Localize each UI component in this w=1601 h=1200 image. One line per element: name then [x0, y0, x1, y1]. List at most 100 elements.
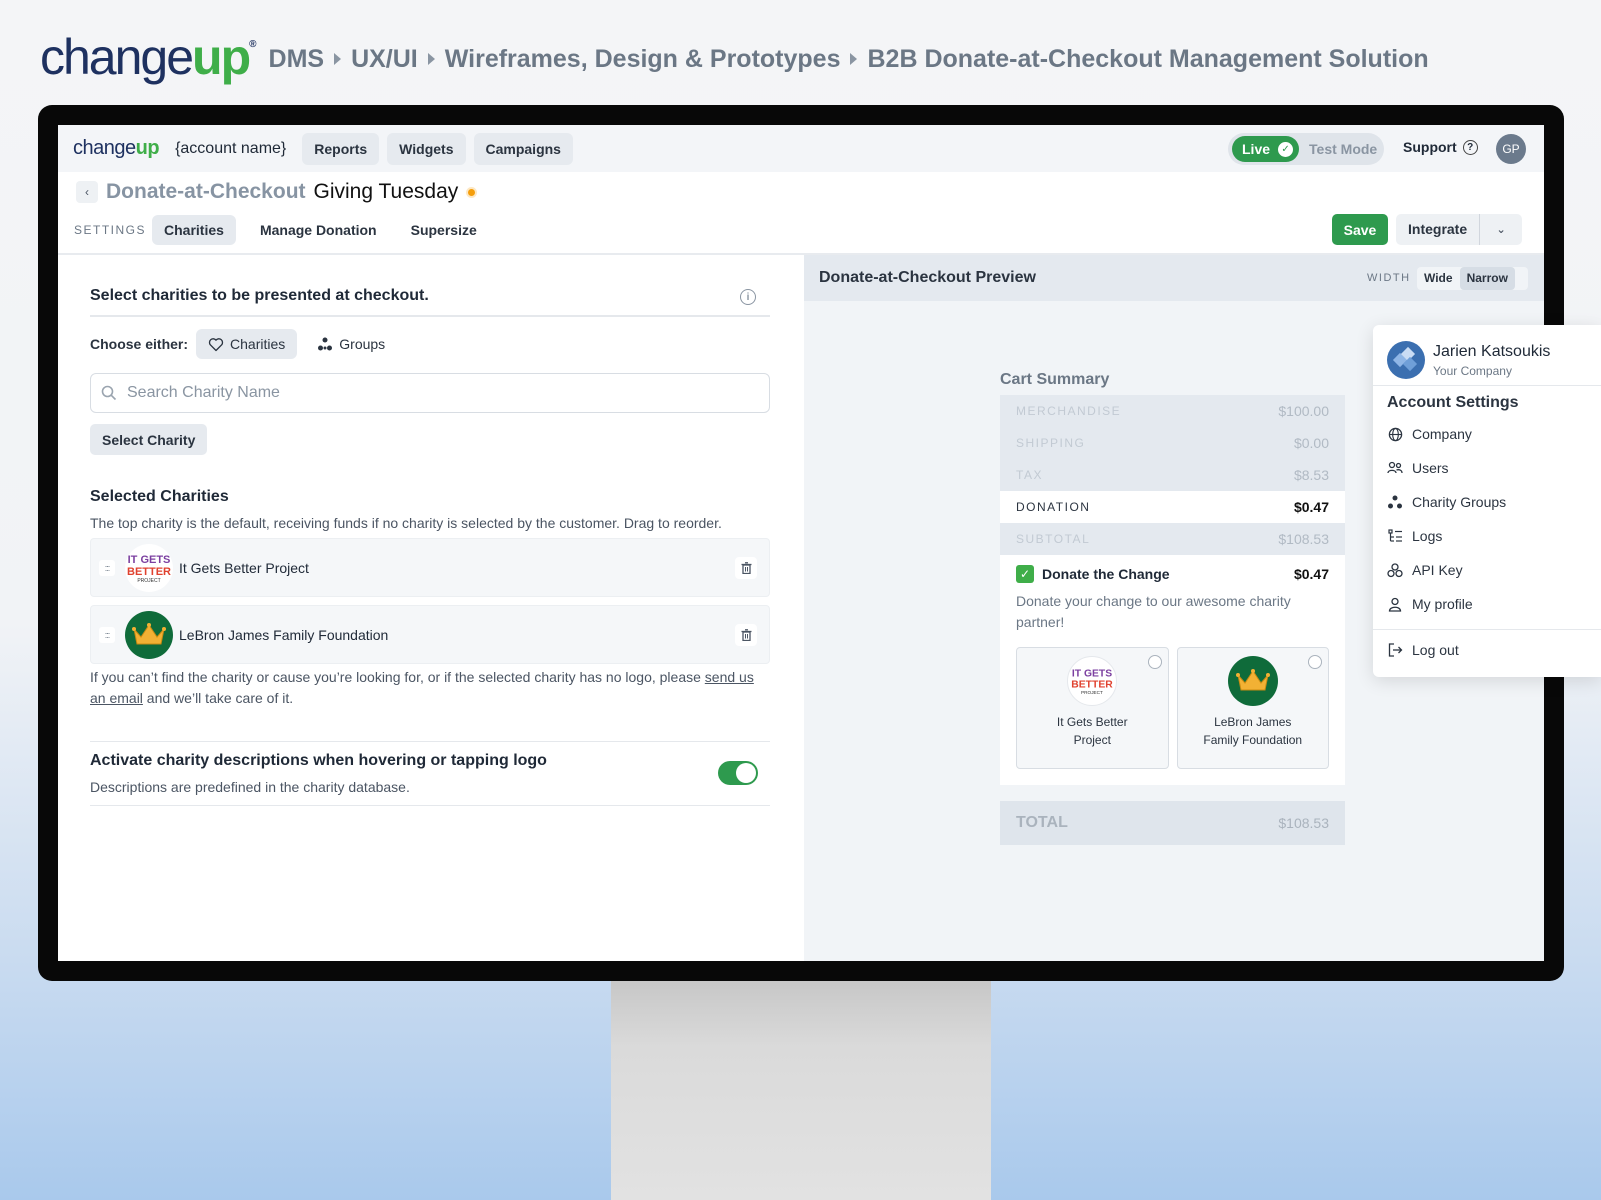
width-toggle[interactable]: Wide Narrow [1417, 267, 1528, 290]
page-title: Donate-at-Checkout [106, 180, 306, 203]
user-avatar-art [1392, 346, 1418, 372]
charity-card[interactable]: IT GETS BETTER PROJECT It Gets Better Pr… [1016, 647, 1169, 769]
preview-title: Donate-at-Checkout Preview [819, 269, 1036, 286]
support-link[interactable]: Support ? [1403, 139, 1478, 155]
svg-text:BETTER: BETTER [1072, 680, 1114, 691]
donate-checkbox[interactable]: ✓ [1016, 565, 1034, 583]
search-input[interactable] [127, 384, 769, 402]
toggle-knob [736, 763, 756, 783]
cart-summary: MERCHANDISE $100.00 SHIPPING $0.00 TAX $… [1000, 395, 1345, 845]
charity-card[interactable]: LeBron James Family Foundation [1176, 647, 1329, 769]
info-icon[interactable]: i [740, 289, 756, 305]
campaign-name: Giving Tuesday [313, 180, 459, 203]
app-screen: change up {account name} Reports Widgets … [58, 125, 1544, 961]
width-label: WIDTH [1367, 272, 1411, 284]
cart-summary-title: Cart Summary [1000, 371, 1110, 388]
chevron-right-icon [850, 53, 858, 65]
menu-item-company[interactable]: Company [1387, 417, 1506, 451]
cart-row-label: SUBTOTAL [1016, 532, 1091, 546]
width-narrow-option[interactable]: Narrow [1459, 267, 1515, 290]
menu-item-label: My profile [1412, 596, 1473, 612]
status-dot-icon [466, 186, 478, 198]
it-gets-better-logo-art: IT GETS BETTER PROJECT [127, 554, 171, 584]
donate-header: ✓ Donate the Change $0.47 [1016, 565, 1329, 583]
charity-card-name: It Gets Better Project [1056, 715, 1128, 747]
radio-button[interactable] [1147, 655, 1162, 669]
drag-handle-icon[interactable]: ::: [99, 559, 115, 576]
tab-supersize[interactable]: Supersize [399, 215, 489, 245]
trash-icon[interactable] [735, 557, 757, 579]
donate-widget: ✓ Donate the Change $0.47 Donate your ch… [1000, 555, 1345, 785]
activate-descriptions-toggle[interactable] [718, 761, 758, 785]
note-text-after: and we’ll take care of it. [142, 690, 294, 706]
user-company: Your Company [1433, 363, 1512, 378]
donate-option[interactable]: ✓ Donate the Change [1016, 565, 1170, 583]
drag-handle-icon[interactable]: ::: [99, 626, 115, 643]
logout-button[interactable]: Log out [1387, 633, 1459, 667]
mode-toggle[interactable]: Live ✓ Test Mode [1228, 133, 1384, 165]
top-nav: change up {account name} Reports Widgets … [58, 125, 1544, 172]
integrate-button[interactable]: Integrate ⌄ [1396, 214, 1522, 245]
app-logo-up: up [135, 137, 160, 159]
section-heading: Select charities to be presented at chec… [90, 287, 429, 304]
mode-test-option[interactable]: Test Mode [1309, 141, 1377, 157]
nav-reports-button[interactable]: Reports [302, 132, 380, 165]
check-icon: ✓ [1278, 141, 1294, 157]
chevron-right-icon [427, 53, 435, 65]
cart-total-row: TOTAL $108.53 [1000, 801, 1345, 845]
menu-item-label: Charity Groups [1412, 494, 1507, 510]
menu-item-api-key[interactable]: API Key [1387, 553, 1506, 587]
tab-charities[interactable]: Charities [152, 215, 236, 245]
donate-label: Donate the Change [1042, 566, 1170, 582]
cart-row-value: $8.53 [1293, 467, 1329, 483]
save-button[interactable]: Save [1332, 214, 1388, 245]
choice-charities[interactable]: Charities [196, 329, 298, 359]
cart-row-shipping: SHIPPING $0.00 [1000, 427, 1345, 459]
charities-settings-panel: Select charities to be presented at chec… [58, 255, 804, 961]
selected-charities-title: Selected Charities [90, 488, 229, 505]
width-wide-option[interactable]: Wide [1417, 267, 1460, 290]
chevron-down-icon[interactable]: ⌄ [1480, 223, 1522, 236]
user-avatar [1387, 341, 1425, 379]
logout-icon [1387, 642, 1403, 658]
menu-item-my-profile[interactable]: My profile [1387, 587, 1506, 621]
trash-icon[interactable] [735, 624, 757, 646]
back-button[interactable]: ‹ [76, 181, 98, 203]
charity-name: It Gets Better Project [179, 559, 309, 576]
breadcrumb-item-dms[interactable]: DMS [269, 45, 325, 74]
cart-row-donation: DONATION $0.47 [1000, 491, 1345, 523]
divider [1373, 629, 1601, 630]
menu-item-users[interactable]: Users [1387, 451, 1506, 485]
mode-live-option[interactable]: Live ✓ [1232, 136, 1300, 162]
account-settings-menu: Company Users Charity Groups Logs API Ke… [1387, 417, 1506, 621]
menu-item-logs[interactable]: Logs [1387, 519, 1506, 553]
select-charity-button[interactable]: Select Charity [90, 424, 208, 455]
cart-row-value: $0.47 [1293, 499, 1329, 515]
avatar[interactable]: GP [1496, 134, 1526, 164]
logout-label: Log out [1412, 642, 1459, 658]
menu-item-label: Logs [1412, 528, 1443, 544]
nav-widgets-button[interactable]: Widgets [387, 132, 466, 165]
dropdown-user: Jarien Katsoukis Your Company [1387, 341, 1550, 379]
divider [90, 741, 770, 742]
activate-descriptions-title: Activate charity descriptions when hover… [90, 752, 547, 769]
integrate-label[interactable]: Integrate [1396, 214, 1481, 245]
breadcrumb-item-uxui[interactable]: UX/UI [351, 45, 418, 74]
settings-label: SETTINGS [74, 223, 147, 237]
search-field[interactable] [90, 373, 770, 413]
menu-item-charity-groups[interactable]: Charity Groups [1387, 485, 1506, 519]
radio-button[interactable] [1308, 655, 1322, 669]
choice-groups[interactable]: Groups [305, 329, 397, 359]
tab-manage-donation[interactable]: Manage Donation [248, 215, 389, 245]
app-logo[interactable]: change up [73, 137, 160, 160]
globe-icon [1387, 426, 1403, 442]
charity-row[interactable]: ::: LeBron James Family Foundation [90, 605, 770, 664]
account-name[interactable]: {account name} [175, 140, 286, 158]
crown-icon [1235, 669, 1270, 691]
charity-row[interactable]: ::: IT GETS BETTER PROJECT It Gets Bette… [90, 538, 770, 597]
logo-up-text: up [192, 29, 251, 85]
user-icon [1387, 596, 1403, 612]
nav-campaigns-button[interactable]: Campaigns [473, 132, 573, 165]
menu-item-label: API Key [1412, 562, 1463, 578]
breadcrumb-item-wireframes[interactable]: Wireframes, Design & Prototypes [445, 45, 841, 74]
